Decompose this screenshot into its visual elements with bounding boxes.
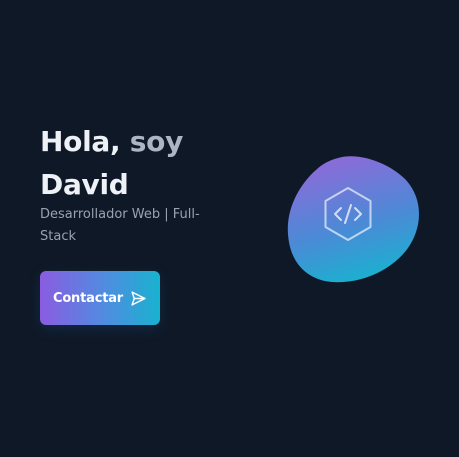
hero-role: Desarrollador Web | Full-Stack xyxy=(40,207,200,244)
hero-name: David xyxy=(40,168,129,201)
contact-button[interactable]: Contactar xyxy=(40,271,160,325)
greeting-text: Hola, xyxy=(40,125,121,158)
code-emblem-blob xyxy=(286,154,422,284)
send-icon xyxy=(130,290,147,307)
greeting-tail-text: soy xyxy=(129,125,184,158)
contact-button-label: Contactar xyxy=(52,290,124,306)
hero-section: Hola, soy David Desarrollador Web | Full… xyxy=(0,0,459,457)
hero-title: Hola, soy David xyxy=(40,120,240,206)
